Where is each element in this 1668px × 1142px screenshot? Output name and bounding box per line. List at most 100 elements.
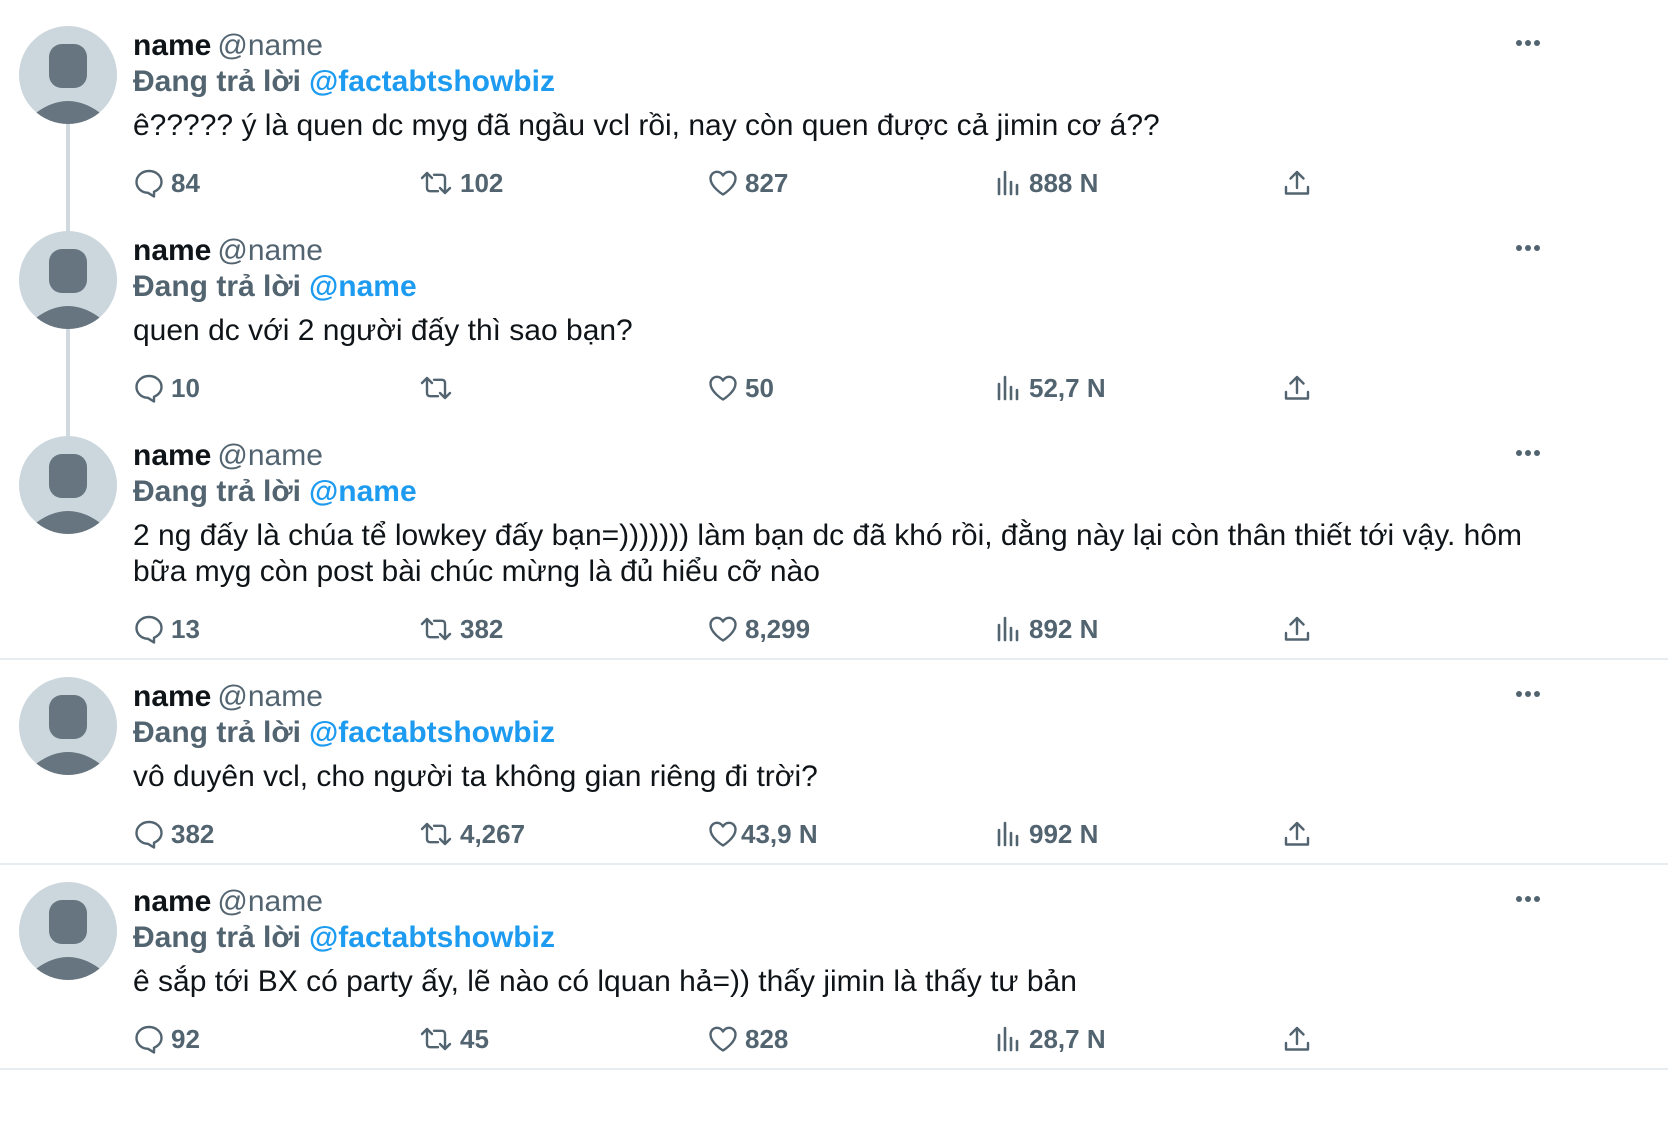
mention-link[interactable]: @factabtshowbiz <box>309 716 555 749</box>
retweet-count: 382 <box>460 614 504 644</box>
retweet-button[interactable]: 382 <box>418 609 503 649</box>
like-count: 828 <box>745 1024 789 1054</box>
display-name[interactable]: name <box>133 885 211 918</box>
like-button[interactable]: 43,9 N <box>707 814 818 854</box>
views-button[interactable]: 28,7 N <box>995 1019 1106 1059</box>
like-count: 827 <box>745 168 789 198</box>
reply-button[interactable]: 382 <box>133 814 214 854</box>
share-button[interactable] <box>1281 368 1313 408</box>
default-avatar-icon[interactable] <box>19 231 117 329</box>
tweet-text: quen dc với 2 người đấy thì sao bạn? <box>133 314 633 347</box>
reply-button[interactable]: 10 <box>133 368 200 408</box>
view-count: 52,7 N <box>1029 373 1106 403</box>
reply-button[interactable]: 13 <box>133 609 200 649</box>
replying-to-label: Đang trả lời <box>133 270 302 303</box>
action-bar: 382 4,267 43,9 N 992 N <box>0 814 1668 854</box>
like-button[interactable]: 50 <box>707 368 774 408</box>
display-name[interactable]: name <box>133 234 211 267</box>
bar-chart-icon <box>997 375 1019 401</box>
reply-count: 382 <box>171 819 215 849</box>
more-options-button[interactable] <box>1508 26 1548 56</box>
tweet-header: name @name <box>133 231 323 271</box>
share-button[interactable] <box>1281 814 1313 854</box>
default-avatar-icon[interactable] <box>19 677 117 775</box>
display-name[interactable]: name <box>133 680 211 713</box>
display-name[interactable]: name <box>133 439 211 472</box>
replying-to: Đang trả lời @factabtshowbiz <box>133 713 555 753</box>
views-button[interactable]: 52,7 N <box>995 368 1106 408</box>
tweet-text: vô duyên vcl, cho người ta không gian ri… <box>133 760 818 793</box>
reply-button[interactable]: 84 <box>133 163 200 203</box>
user-handle[interactable]: @name <box>217 234 323 267</box>
share-button[interactable] <box>1281 1019 1313 1059</box>
heart-icon <box>709 170 737 196</box>
bar-chart-icon <box>997 821 1019 847</box>
user-handle[interactable]: @name <box>217 439 323 472</box>
view-count: 892 N <box>1029 614 1099 644</box>
like-button[interactable]: 828 <box>707 1019 788 1059</box>
reply-count: 10 <box>171 373 200 403</box>
replying-to: Đang trả lời @name <box>133 267 417 307</box>
tweet-header: name @name <box>133 677 323 717</box>
like-button[interactable]: 827 <box>707 163 788 203</box>
share-upload-icon <box>1284 170 1310 195</box>
views-button[interactable]: 992 N <box>995 814 1098 854</box>
more-options-button[interactable] <box>1508 436 1548 466</box>
default-avatar-icon[interactable] <box>19 26 117 124</box>
share-upload-icon <box>1284 1026 1310 1051</box>
user-handle[interactable]: @name <box>217 680 323 713</box>
views-button[interactable]: 892 N <box>995 609 1098 649</box>
retweet-button[interactable]: 4,267 <box>418 814 525 854</box>
more-options-button[interactable] <box>1508 231 1548 261</box>
tweet-header: name @name <box>133 436 323 476</box>
tweet-text: ê????? ý là quen dc myg đã ngầu vcl rồi,… <box>133 109 1160 142</box>
retweet-arrows-icon <box>420 376 452 400</box>
tweet-text: 2 ng đấy là chúa tể lowkey đấy bạn=)))))… <box>133 519 1523 588</box>
display-name[interactable]: name <box>133 29 211 62</box>
tweet-header: name @name <box>133 882 323 922</box>
default-avatar-icon[interactable] <box>19 436 117 534</box>
like-button[interactable]: 8,299 <box>707 609 810 649</box>
retweet-count: 102 <box>460 168 504 198</box>
view-count: 992 N <box>1029 819 1099 849</box>
view-count: 888 N <box>1029 168 1099 198</box>
mention-link[interactable]: @factabtshowbiz <box>309 921 555 954</box>
default-avatar-icon[interactable] <box>19 882 117 980</box>
reply-count: 92 <box>171 1024 200 1054</box>
like-count: 50 <box>745 373 774 403</box>
divider <box>0 1068 1668 1070</box>
ellipsis-icon <box>1516 896 1540 902</box>
share-button[interactable] <box>1281 609 1313 649</box>
more-options-button[interactable] <box>1508 677 1548 707</box>
more-options-button[interactable] <box>1508 882 1548 912</box>
action-bar: 84 102 827 888 N <box>0 163 1668 203</box>
heart-icon <box>709 375 737 401</box>
heart-icon <box>709 616 737 642</box>
mention-link[interactable]: @name <box>309 475 417 508</box>
replying-to: Đang trả lời @name <box>133 472 417 512</box>
share-button[interactable] <box>1281 163 1313 203</box>
mention-link[interactable]: @name <box>309 270 417 303</box>
action-bar: 13 382 8,299 892 N <box>0 609 1668 649</box>
ellipsis-icon <box>1516 245 1540 251</box>
reply-count: 84 <box>171 168 200 198</box>
user-handle[interactable]: @name <box>217 29 323 62</box>
speech-bubble-icon <box>135 615 163 644</box>
retweet-button[interactable]: 102 <box>418 163 503 203</box>
ellipsis-icon <box>1516 450 1540 456</box>
tweet-text: ê sắp tới BX có party ấy, lẽ nào có lqua… <box>133 965 1077 998</box>
retweet-arrows-icon <box>420 1027 452 1051</box>
retweet-button[interactable]: 45 <box>418 1019 489 1059</box>
retweet-button[interactable] <box>418 368 460 408</box>
replying-to-label: Đang trả lời <box>133 716 302 749</box>
reply-button[interactable]: 92 <box>133 1019 200 1059</box>
user-handle[interactable]: @name <box>217 885 323 918</box>
reply-count: 13 <box>171 614 200 644</box>
retweet-count: 4,267 <box>460 819 526 849</box>
like-count: 43,9 N <box>741 819 818 849</box>
bar-chart-icon <box>997 1026 1019 1052</box>
mention-link[interactable]: @factabtshowbiz <box>309 65 555 98</box>
share-upload-icon <box>1284 375 1310 400</box>
tweet-header: name @name <box>133 26 323 66</box>
views-button[interactable]: 888 N <box>995 163 1098 203</box>
